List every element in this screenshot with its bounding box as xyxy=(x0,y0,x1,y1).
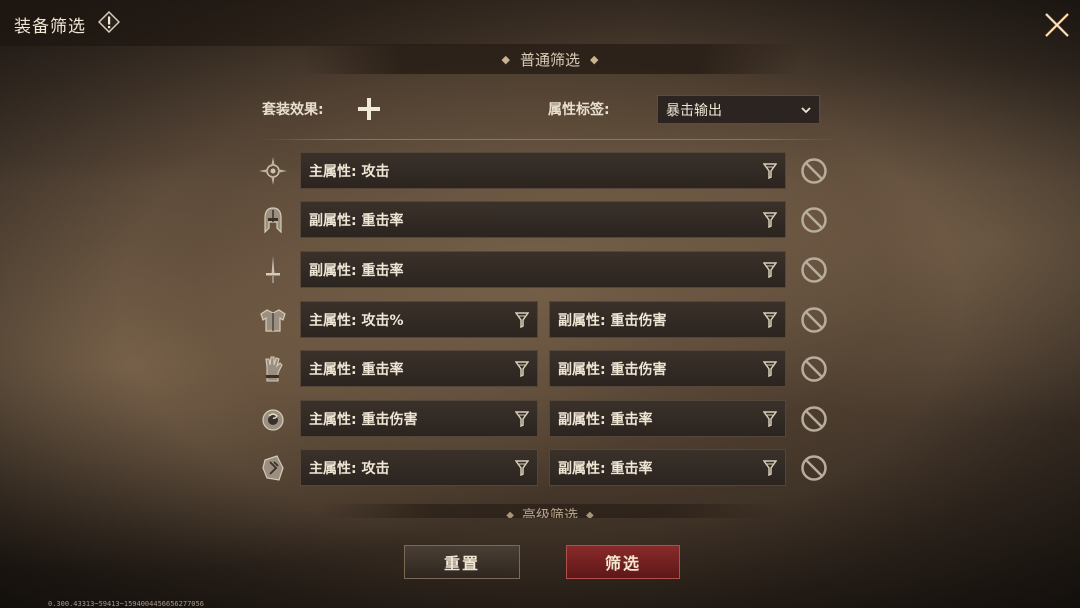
filter-field-label: 副属性: 重击率 xyxy=(558,411,653,428)
attr-tag-dropdown[interactable]: 暴击输出 xyxy=(657,95,820,124)
section-advanced-filter[interactable]: ◆ 高级筛选 ◆ xyxy=(320,504,780,518)
clear-filter-icon[interactable] xyxy=(800,206,828,234)
add-set-effect-button[interactable] xyxy=(356,96,382,122)
info-icon[interactable] xyxy=(98,11,120,33)
gauntlet-icon xyxy=(265,356,283,382)
sub-attr-filter-field[interactable]: 副属性: 重击伤害 xyxy=(549,350,786,387)
funnel-icon xyxy=(763,410,777,427)
filter-field-label: 副属性: 重击伤害 xyxy=(558,361,667,378)
top-bar xyxy=(0,0,1080,46)
attr-tag-value: 暴击输出 xyxy=(666,102,722,119)
filter-field-label: 主属性: 攻击 xyxy=(309,460,390,477)
funnel-icon xyxy=(763,261,777,278)
clear-filter-icon[interactable] xyxy=(800,405,828,433)
clear-filter-icon[interactable] xyxy=(800,256,828,284)
diamond-icon: ◆ xyxy=(501,52,510,66)
chevron-down-icon xyxy=(801,106,811,113)
version-label: 0.300.43313~59413~1594004456656277056 xyxy=(48,600,204,608)
diamond-icon: ◆ xyxy=(506,510,514,518)
helmet-icon xyxy=(264,207,282,234)
amulet-icon xyxy=(259,157,287,185)
sub-attr-filter-field[interactable]: 副属性: 重击伤害 xyxy=(549,301,786,338)
funnel-icon xyxy=(515,360,529,377)
main-attr-filter-field[interactable]: 主属性: 攻击 xyxy=(300,449,538,486)
main-attr-filter-field[interactable]: 主属性: 攻击% xyxy=(300,301,538,338)
filter-row-amulet: 主属性: 攻击 xyxy=(0,152,1080,190)
filter-row-helmet: 副属性: 重击率 xyxy=(0,201,1080,239)
clear-filter-icon[interactable] xyxy=(800,157,828,185)
clear-filter-icon[interactable] xyxy=(800,355,828,383)
reset-button[interactable]: 重置 xyxy=(404,545,520,579)
diamond-icon: ◆ xyxy=(586,510,594,518)
close-icon[interactable] xyxy=(1042,10,1072,40)
filter-row-ring: 主属性: 重击伤害 副属性: 重击率 xyxy=(0,400,1080,438)
main-attr-filter-field[interactable]: 主属性: 重击伤害 xyxy=(300,400,538,437)
filter-row-rune: 主属性: 攻击 副属性: 重击率 xyxy=(0,449,1080,487)
sub-attr-filter-field[interactable]: 副属性: 重击率 xyxy=(549,400,786,437)
sub-attr-filter-field[interactable]: 副属性: 重击率 xyxy=(300,251,786,288)
ring-icon xyxy=(262,409,284,431)
funnel-icon xyxy=(515,410,529,427)
main-attr-filter-field[interactable]: 主属性: 攻击 xyxy=(300,152,786,189)
diamond-icon: ◆ xyxy=(590,52,599,66)
set-effect-label: 套装效果: xyxy=(262,102,324,118)
funnel-icon xyxy=(763,360,777,377)
filter-field-label: 主属性: 攻击 xyxy=(309,163,390,180)
armor-icon xyxy=(260,309,286,332)
sub-attr-filter-field[interactable]: 副属性: 重击率 xyxy=(549,449,786,486)
main-attr-filter-field[interactable]: 主属性: 重击率 xyxy=(300,350,538,387)
filter-row-armor: 主属性: 攻击% 副属性: 重击伤害 xyxy=(0,301,1080,339)
page-title: 装备筛选 xyxy=(14,17,86,37)
filter-field-label: 副属性: 重击率 xyxy=(558,460,653,477)
sub-attr-filter-field[interactable]: 副属性: 重击率 xyxy=(300,201,786,238)
clear-filter-icon[interactable] xyxy=(800,454,828,482)
funnel-icon xyxy=(763,211,777,228)
section-normal-filter: ◆ 普通筛选 ◆ xyxy=(300,44,800,74)
attr-tag-label: 属性标签: xyxy=(548,102,610,118)
section-advanced-title: 高级筛选 xyxy=(522,508,578,518)
filter-row-gauntlet: 主属性: 重击率 副属性: 重击伤害 xyxy=(0,350,1080,388)
funnel-icon xyxy=(515,311,529,328)
filter-field-label: 主属性: 重击伤害 xyxy=(309,411,418,428)
weapon-icon xyxy=(266,256,280,283)
clear-filter-icon[interactable] xyxy=(800,306,828,334)
funnel-icon xyxy=(515,459,529,476)
rune-icon xyxy=(262,455,284,481)
funnel-icon xyxy=(763,311,777,328)
filter-field-label: 副属性: 重击率 xyxy=(309,262,404,279)
filter-field-label: 副属性: 重击伤害 xyxy=(558,312,667,329)
filter-field-label: 副属性: 重击率 xyxy=(309,212,404,229)
funnel-icon xyxy=(763,459,777,476)
divider xyxy=(258,139,838,140)
filter-field-label: 主属性: 攻击% xyxy=(309,312,404,329)
section-normal-title: 普通筛选 xyxy=(519,50,580,69)
filter-button[interactable]: 筛选 xyxy=(566,545,680,579)
filter-field-label: 主属性: 重击率 xyxy=(309,361,404,378)
filter-row-weapon: 副属性: 重击率 xyxy=(0,251,1080,289)
funnel-icon xyxy=(763,162,777,179)
